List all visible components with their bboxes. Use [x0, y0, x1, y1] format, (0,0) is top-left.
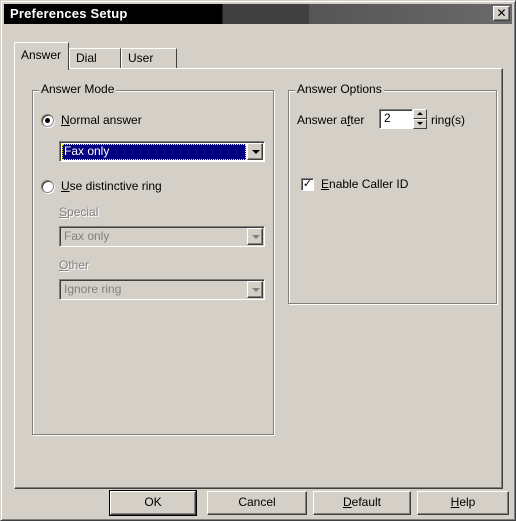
cancel-button[interactable]: Cancel — [207, 491, 307, 515]
preferences-dialog: Preferences Setup ✕ Answer Dial User Ans… — [0, 0, 516, 521]
answer-mode-group: Answer Mode Normal answer Fax only Use d… — [32, 82, 274, 435]
answer-options-group-label: Answer Options — [295, 82, 384, 96]
default-button-mnemonic: D — [342, 495, 352, 509]
special-mnemonic: S — [59, 205, 68, 219]
special-label: Special — [59, 205, 98, 219]
chevron-down-icon — [252, 288, 260, 292]
other-label: Other — [59, 258, 89, 272]
help-button-label: elp — [459, 495, 476, 509]
check-icon: ✓ — [302, 178, 313, 190]
radio-selected-dot — [45, 118, 50, 123]
normal-answer-select-value: Fax only — [62, 144, 246, 160]
rings-increment-button[interactable] — [413, 109, 427, 119]
distinctive-ring-radio[interactable] — [41, 180, 54, 193]
special-label-text: pecial — [67, 205, 99, 219]
distinctive-ring-mnemonic: U — [61, 179, 70, 193]
normal-answer-dropdown-button[interactable] — [247, 143, 263, 160]
special-dropdown-button[interactable] — [247, 228, 263, 245]
default-button[interactable]: Default — [313, 491, 411, 515]
other-select-value: Ignore ring — [64, 282, 122, 296]
enable-caller-id-label-text: nable Caller ID — [329, 177, 409, 191]
tab-dial[interactable]: Dial — [69, 48, 121, 68]
close-icon: ✕ — [496, 6, 507, 20]
answer-mode-group-label: Answer Mode — [39, 82, 117, 96]
answer-after-label-prefix: Answer a — [297, 113, 348, 127]
other-mnemonic: O — [59, 258, 69, 272]
tab-answer-label: Answer — [21, 48, 62, 62]
tab-user-label: User — [128, 51, 154, 65]
ok-button-label: OK — [144, 495, 162, 509]
close-button[interactable]: ✕ — [493, 6, 510, 21]
normal-answer-label[interactable]: Normal answer — [61, 113, 142, 127]
rings-decrement-button[interactable] — [413, 119, 427, 129]
answer-after-label-suffix: ter — [350, 113, 365, 127]
spin-up-icon — [417, 112, 423, 115]
spin-down-icon — [417, 122, 423, 125]
normal-answer-radio[interactable] — [41, 114, 54, 127]
other-dropdown-button[interactable] — [247, 281, 263, 298]
tab-answer[interactable]: Answer — [14, 42, 69, 70]
answer-after-label: Answer after — [297, 113, 364, 127]
normal-answer-label-text: ormal answer — [69, 113, 142, 127]
special-select-value: Fax only — [64, 229, 110, 243]
tab-dial-label: Dial — [76, 51, 97, 65]
default-button-label: efault — [351, 495, 382, 509]
chevron-down-icon — [252, 150, 260, 154]
other-label-text: ther — [68, 258, 90, 272]
rings-count-input[interactable]: 2 — [379, 109, 413, 129]
enable-caller-id-label[interactable]: Enable Caller ID — [321, 177, 408, 191]
distinctive-ring-label-text: se distinctive ring — [69, 179, 162, 193]
window-title: Preferences Setup — [10, 6, 128, 21]
distinctive-ring-label[interactable]: Use distinctive ring — [61, 179, 162, 193]
normal-answer-select[interactable]: Fax only — [59, 141, 265, 162]
ok-button[interactable]: OK — [109, 490, 197, 516]
rings-unit-label: ring(s) — [431, 113, 466, 127]
enable-caller-id-checkbox[interactable]: ✓ — [301, 178, 314, 191]
answer-tab-panel: Answer Mode Normal answer Fax only Use d… — [14, 68, 503, 489]
special-select[interactable]: Fax only — [59, 226, 265, 247]
title-bar[interactable]: Preferences Setup ✕ — [4, 4, 512, 24]
answer-options-group: Answer Options Answer after 2 ring(s) ✓ … — [288, 82, 497, 304]
chevron-down-icon — [252, 235, 260, 239]
tab-user[interactable]: User — [121, 48, 177, 68]
cancel-button-label: Cancel — [238, 495, 276, 509]
help-button[interactable]: Help — [417, 491, 509, 515]
enable-caller-id-mnemonic: E — [321, 177, 330, 191]
other-select[interactable]: Ignore ring — [59, 279, 265, 300]
normal-answer-mnemonic: N — [61, 113, 70, 127]
